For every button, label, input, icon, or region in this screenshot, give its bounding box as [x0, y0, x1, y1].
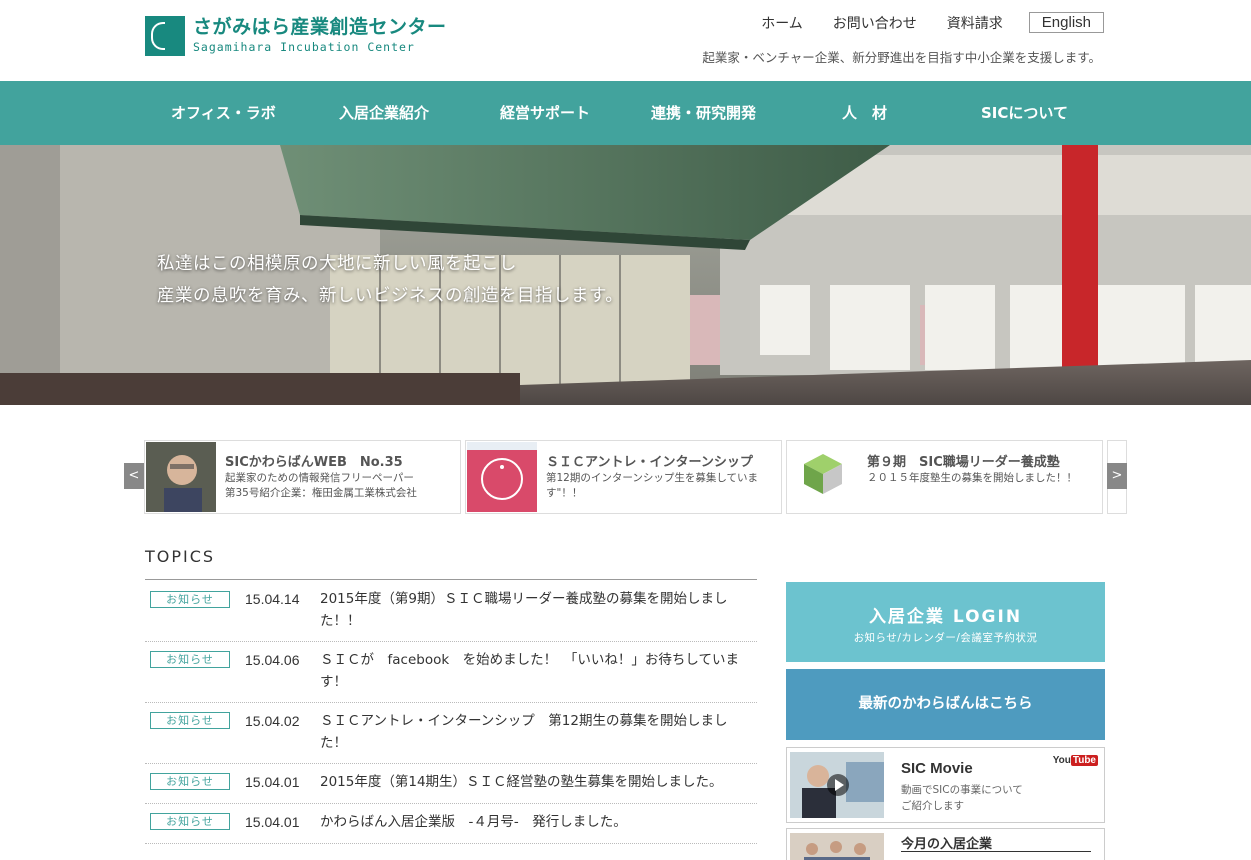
hero-line-2: 産業の息吹を育み、新しいビジネスの創造を目指します。 [157, 286, 624, 306]
feature-carousel: < SICかわらばんWEB No.35 起業家のための情報発信フリーペーパー 第… [124, 440, 1127, 514]
monthly-tenant-link[interactable]: 今月の入居企業 [786, 828, 1105, 860]
card-line: 起業家のための情報発信フリーペーパー [225, 472, 414, 484]
sic-movie-link[interactable]: SIC Movie 動画でSICの事業について ご紹介します You Tube [786, 747, 1105, 823]
youtube-you: You [1052, 755, 1071, 766]
tenant-photo [790, 833, 884, 860]
topic-row: お知らせ 15.04.01 かわらばん入居企業版 -４月号- 発行しました。 [145, 804, 757, 844]
youtube-icon: You Tube [1053, 755, 1098, 766]
topic-date: 15.04.01 [245, 814, 300, 830]
latest-kawaraban-button[interactable]: 最新のかわらばんはこちら [786, 669, 1105, 740]
contact-link[interactable]: お問い合わせ [833, 13, 917, 33]
carousel-card-leader-school[interactable]: 第９期 SIC職場リーダー養成塾 ２０１５年度塾生の募集を開始しました！！ [786, 440, 1103, 514]
topic-row: お知らせ 15.04.14 2015年度（第9期）ＳＩＣ職場リーダー養成塾の募集… [145, 581, 757, 642]
internship-logo-icon [467, 442, 537, 512]
category-badge: お知らせ [150, 813, 230, 830]
topic-date: 15.04.06 [245, 652, 300, 668]
card-line: 第35号紹介企業：権田金属工業株式会社 [225, 487, 417, 499]
nav-item-office-lab[interactable]: オフィス・ラボ [171, 81, 276, 145]
logo-title: さがみはら産業創造センター [193, 16, 447, 38]
topic-date: 15.04.14 [245, 591, 300, 607]
site-logo[interactable]: さがみはら産業創造センター Sagamihara Incubation Cent… [145, 16, 447, 56]
logo-mark-icon [145, 16, 185, 56]
nav-item-about-sic[interactable]: SICについて [981, 81, 1068, 145]
card-line: ２０１５年度塾生の募集を開始しました！！ [867, 472, 1077, 484]
topic-date: 15.04.02 [245, 713, 300, 729]
hero-message: 私達はこの相模原の大地に新しい風を起こし 産業の息吹を育み、新しいビジネスの創造… [157, 248, 623, 312]
youtube-tube: Tube [1070, 755, 1098, 766]
topic-link[interactable]: ＳＩＣアントレ・インターンシップ 第12期生の募集を開始しました！ [320, 710, 750, 754]
movie-subtitle: ご紹介します [901, 800, 964, 812]
card-title: 第９期 SIC職場リーダー養成塾 [867, 455, 1060, 470]
site-header: さがみはら産業創造センター Sagamihara Incubation Cent… [0, 0, 1251, 81]
site-tagline: 起業家・ベンチャー企業、新分野進出を目指す中小企業を支援します。 [702, 50, 1101, 65]
topic-link[interactable]: 2015年度（第9期）ＳＩＣ職場リーダー養成塾の募集を開始しました！！ [320, 588, 750, 632]
card-line: す"！！ [546, 487, 583, 499]
card-line: 第12期のインターンシップ生を募集していま [546, 472, 759, 484]
brochure-request-link[interactable]: 資料請求 [947, 13, 1003, 33]
category-badge: お知らせ [150, 591, 230, 608]
utility-links: ホーム お問い合わせ 資料請求 English [731, 12, 1104, 33]
topic-link[interactable]: かわらばん入居企業版 -４月号- 発行しました。 [320, 811, 750, 833]
leader-school-logo-icon [788, 442, 858, 512]
video-thumbnail [790, 752, 884, 818]
tenant-title-underline [901, 851, 1091, 852]
home-link[interactable]: ホーム [761, 13, 803, 33]
carousel-prev-button[interactable]: < [124, 463, 144, 489]
card-title: SICかわらばんWEB No.35 [225, 455, 403, 470]
topics-heading: TOPICS [145, 547, 216, 566]
hero-line-1: 私達はこの相模原の大地に新しい風を起こし [157, 254, 517, 274]
tenant-title: 今月の入居企業 [901, 837, 993, 852]
hero-banner: 私達はこの相模原の大地に新しい風を起こし 産業の息吹を育み、新しいビジネスの創造… [0, 145, 1251, 405]
topic-row: お知らせ 15.04.01 2015年度（第14期生）ＳＩＣ経営塾の塾生募集を開… [145, 764, 757, 804]
topic-row: お知らせ 15.04.06 ＳＩＣが facebook を始めました！ 「いいね… [145, 642, 757, 703]
category-badge: お知らせ [150, 712, 230, 729]
topic-link[interactable]: 2015年度（第14期生）ＳＩＣ経営塾の塾生募集を開始しました。 [320, 771, 750, 793]
logo-subtitle: Sagamihara Incubation Center [193, 40, 415, 54]
carousel-card-internship[interactable]: ＳＩＣアントレ・インターンシップ 第12期のインターンシップ生を募集していま す… [465, 440, 782, 514]
login-title: 入居企業 LOGIN [868, 607, 1023, 627]
topic-date: 15.04.01 [245, 774, 300, 790]
nav-item-collaboration[interactable]: 連携・研究開発 [651, 81, 756, 145]
carousel-card-kawaraban[interactable]: SICかわらばんWEB No.35 起業家のための情報発信フリーペーパー 第35… [144, 440, 461, 514]
topics-divider [145, 579, 757, 580]
card-title: ＳＩＣアントレ・インターンシップ [546, 455, 753, 470]
carousel-next-button[interactable]: > [1107, 463, 1127, 489]
category-badge: お知らせ [150, 773, 230, 790]
topic-row: お知らせ 15.04.02 ＳＩＣアントレ・インターンシップ 第12期生の募集を… [145, 703, 757, 764]
movie-subtitle: 動画でSICの事業について [901, 784, 1023, 796]
topic-link[interactable]: ＳＩＣが facebook を始めました！ 「いいね！」お待ちしています！ [320, 649, 750, 693]
portrait-photo [146, 442, 216, 512]
nav-item-human-resources[interactable]: 人 材 [842, 81, 887, 145]
category-badge: お知らせ [150, 651, 230, 668]
main-nav: オフィス・ラボ 入居企業紹介 経営サポート 連携・研究開発 人 材 SICについ… [0, 81, 1251, 145]
tenant-login-button[interactable]: 入居企業 LOGIN お知らせ/カレンダー/会議室予約状況 [786, 582, 1105, 662]
login-subtitle: お知らせ/カレンダー/会議室予約状況 [853, 632, 1038, 644]
nav-item-tenants[interactable]: 入居企業紹介 [339, 81, 429, 145]
english-button[interactable]: English [1028, 12, 1104, 33]
movie-title: SIC Movie [901, 760, 973, 777]
nav-item-management-support[interactable]: 経営サポート [500, 81, 590, 145]
